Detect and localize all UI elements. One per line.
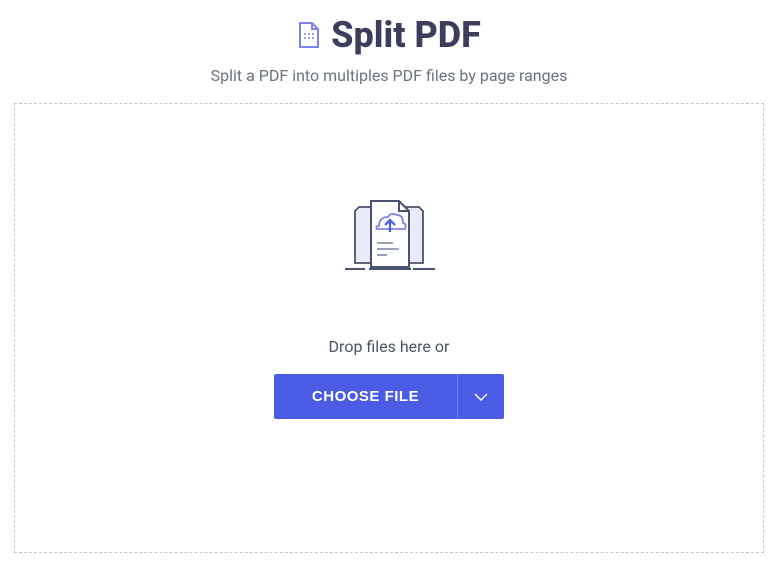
choose-file-dropdown-button[interactable] bbox=[457, 374, 504, 419]
upload-illustration-icon bbox=[339, 197, 439, 277]
page-title: Split PDF bbox=[331, 14, 481, 56]
page-container: Split PDF Split a PDF into multiples PDF… bbox=[0, 0, 778, 553]
drop-text: Drop files here or bbox=[329, 337, 450, 356]
document-icon bbox=[297, 21, 321, 49]
page-subtitle: Split a PDF into multiples PDF files by … bbox=[0, 66, 778, 85]
choose-file-button[interactable]: CHOOSE FILE bbox=[274, 374, 457, 419]
button-group: CHOOSE FILE bbox=[274, 374, 504, 419]
chevron-down-icon bbox=[474, 389, 488, 404]
title-row: Split PDF bbox=[0, 14, 778, 56]
header: Split PDF Split a PDF into multiples PDF… bbox=[0, 14, 778, 85]
file-dropzone[interactable]: Drop files here or CHOOSE FILE bbox=[14, 103, 764, 553]
